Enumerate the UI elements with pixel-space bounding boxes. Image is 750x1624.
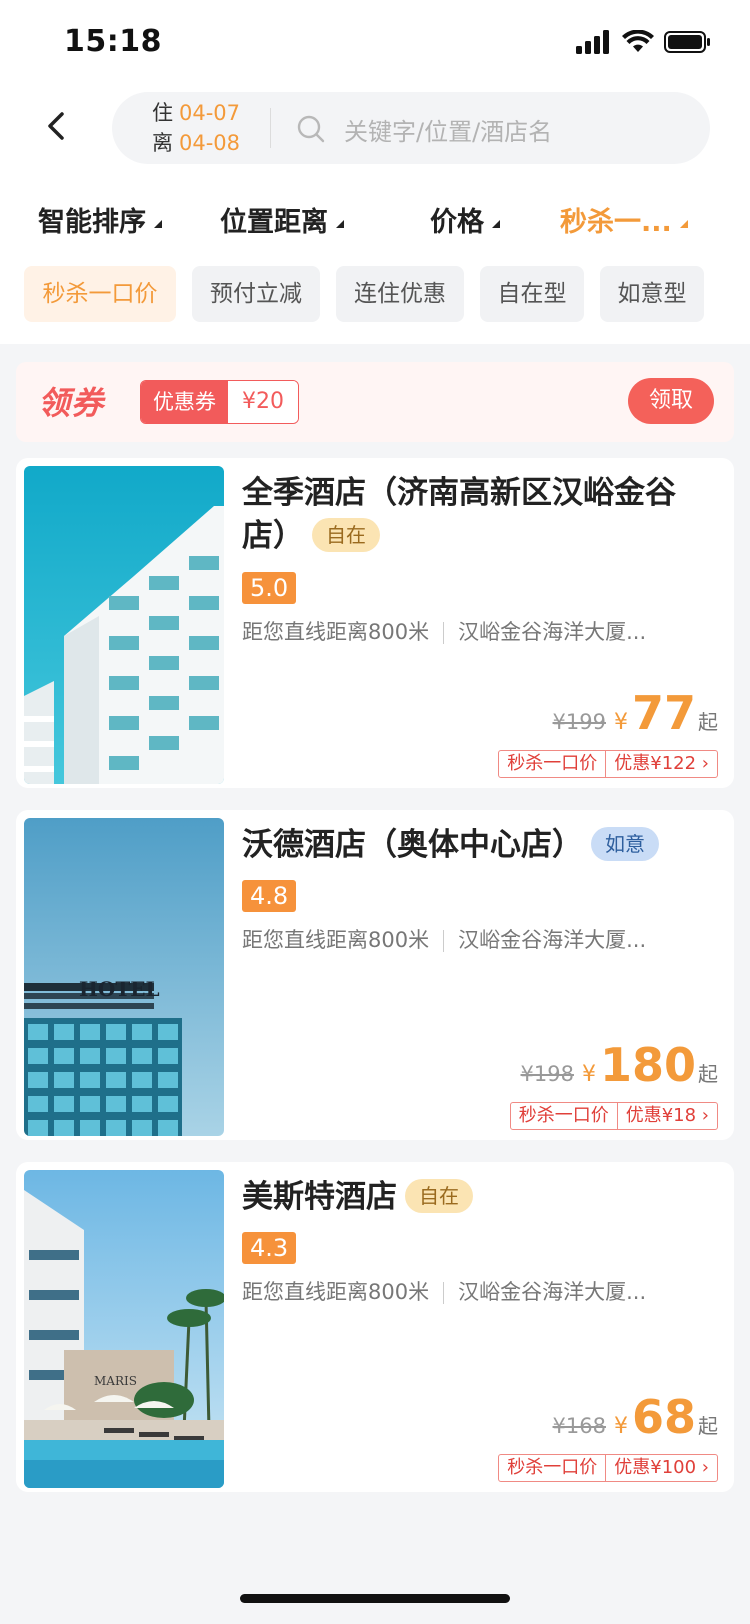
deal-tag[interactable]: 秒杀一口价 优惠¥100 › [498,1454,718,1482]
rating-badge: 5.0 [242,572,297,604]
sort-price[interactable]: 价格 [430,200,500,239]
chevron-right-icon: › [701,1105,709,1126]
date-range-selector[interactable]: 住 04-07 离 04-08 [152,98,240,158]
deal-discount: 优惠¥122 › [605,751,717,777]
hotel-card[interactable]: HOTEL 沃德酒店（奥体中心店） 如意 4.8 距您直线距离800米 汉峪金谷海洋… [16,810,734,1140]
hotel-photo: MARIS [24,1170,224,1488]
price: ¥168 ¥68 起 [552,1390,718,1444]
filter-chip-ruyi[interactable]: 如意型 [600,266,704,322]
cellular-signal-icon [576,30,609,54]
original-price: ¥168 [552,1414,606,1438]
search-bar[interactable]: 住 04-07 离 04-08 关键字/位置/酒店名 [112,92,710,164]
coupon-tag: 优惠券 ¥20 [140,380,299,424]
filter-chip-zizai[interactable]: 自在型 [480,266,584,322]
home-indicator [240,1594,510,1603]
wifi-icon [622,30,654,52]
deal-discount: 优惠¥100 › [605,1455,717,1481]
original-price: ¥199 [552,710,606,734]
deal-label: 秒杀一口价 [507,1457,598,1478]
coupon-bar: 领券 优惠券 ¥20 领取 [16,362,734,442]
hotel-name: 全季酒店（济南高新区汉峪金谷店） 自在 [242,475,676,554]
filter-chip-prepay[interactable]: 预付立减 [192,266,320,322]
current-price: 68 [631,1390,696,1444]
distance-info: 距您直线距离800米 汉峪金谷海洋大厦... [242,1280,647,1304]
chevron-right-icon: › [701,753,709,774]
search-input[interactable]: 关键字/位置/酒店名 [344,112,552,147]
caret-down-icon [154,219,162,228]
price: ¥198 ¥180 起 [520,1038,718,1092]
status-time: 15:18 [64,24,162,59]
search-icon [297,115,325,143]
hotel-type-badge: 如意 [591,826,659,861]
distance-info: 距您直线距离800米 汉峪金谷海洋大厦... [242,928,647,952]
price: ¥199 ¥77 起 [552,686,718,740]
original-price: ¥198 [520,1062,574,1086]
status-icons [576,28,712,56]
caret-down-icon [492,219,500,228]
divider [270,108,271,148]
back-arrow-icon[interactable] [40,108,76,144]
sort-smart[interactable]: 智能排序 [38,200,162,239]
hotel-type-badge: 自在 [312,517,380,552]
filter-chip-flash-sale[interactable]: 秒杀一口价 [24,266,176,322]
deal-discount: 优惠¥18 › [616,1103,717,1129]
current-price: 180 [599,1038,696,1092]
coupon-tag-label: 优惠券 [141,381,228,423]
hotel-card[interactable]: 全季酒店（济南高新区汉峪金谷店） 自在 5.0 距您直线距离800米 汉峪金谷海洋大… [16,458,734,788]
chevron-right-icon: › [701,1457,709,1478]
coupon-title: 领券 [38,384,105,422]
rating-badge: 4.8 [242,880,297,912]
rating-badge: 4.3 [242,1232,297,1264]
sort-distance[interactable]: 位置距离 [220,200,344,239]
distance-info: 距您直线距离800米 汉峪金谷海洋大厦... [242,620,647,644]
caret-down-icon [679,219,688,228]
hotel-name: 沃德酒店（奥体中心店） 如意 [242,824,712,867]
filter-chip-stay[interactable]: 连住优惠 [336,266,464,322]
header-area: 15:18 住 04-07 离 04-08 关键字/位置/酒店名 智能排序 位置… [0,0,750,344]
hotel-name: 美斯特酒店 自在 [242,1176,712,1219]
deal-tag[interactable]: 秒杀一口价 优惠¥122 › [498,750,718,778]
claim-coupon-button[interactable]: 领取 [628,378,714,424]
sort-flash-sale[interactable]: 秒杀一... [560,200,688,239]
checkin-date: 住 04-07 [152,101,241,125]
sort-bar: 智能排序 位置距离 价格 秒杀一... [0,200,750,240]
coupon-tag-value: ¥20 [228,381,298,423]
deal-label: 秒杀一口价 [518,1105,609,1126]
checkout-date: 离 04-08 [152,131,241,155]
deal-tag[interactable]: 秒杀一口价 优惠¥18 › [509,1102,718,1130]
hotel-photo [24,466,224,784]
hotel-photo: HOTEL [24,818,224,1136]
caret-down-icon [336,219,344,228]
svg-text:HOTEL: HOTEL [79,977,160,1001]
battery-icon [664,31,710,53]
hotel-type-badge: 自在 [405,1178,473,1213]
deal-label: 秒杀一口价 [507,753,598,774]
hotel-card[interactable]: MARIS 美斯特酒店 自在 4.3 距您直线距离800米 汉峪金谷海洋大厦... … [16,1162,734,1492]
svg-text:MARIS: MARIS [94,1374,137,1388]
current-price: 77 [631,686,696,740]
